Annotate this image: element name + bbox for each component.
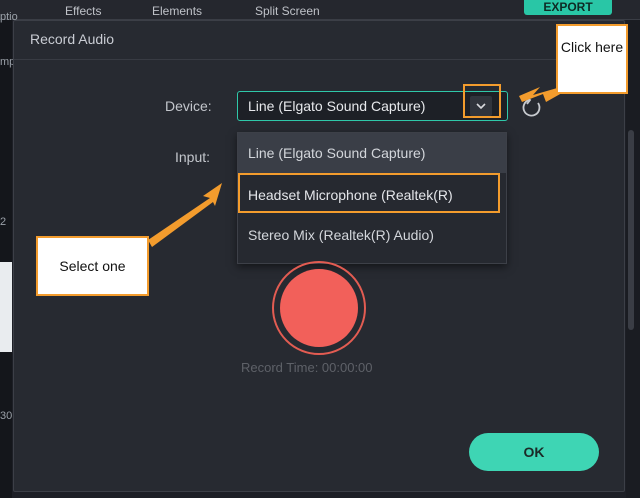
callout-click-here: Click here [556,24,628,94]
callout-select-one: Select one [36,236,149,296]
arrow-select-one [148,183,222,247]
